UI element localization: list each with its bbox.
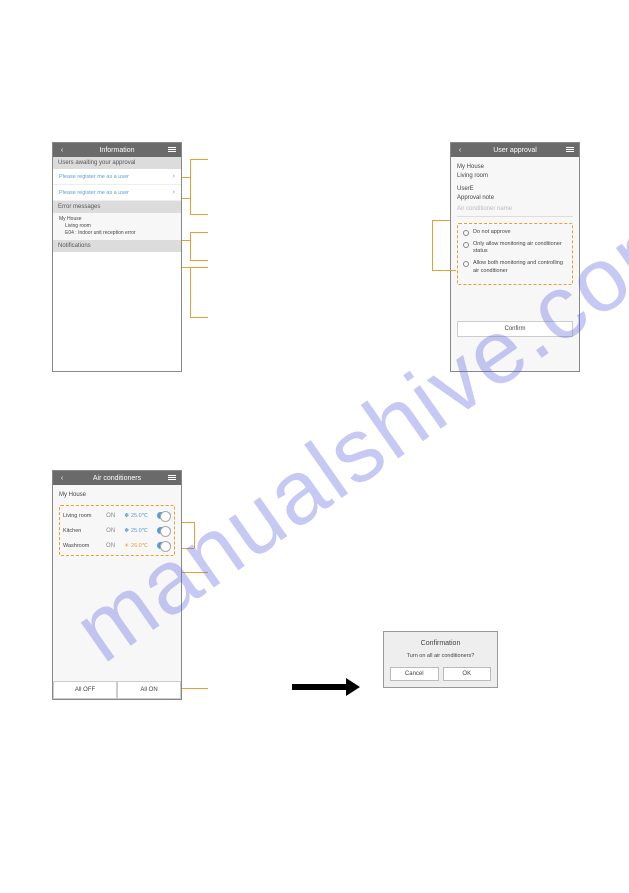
callout-line xyxy=(190,232,208,233)
all-on-button[interactable]: All ON xyxy=(117,681,181,699)
dialog-message: Turn on all air conditioners? xyxy=(390,653,491,659)
callout-line xyxy=(182,177,190,178)
header: ‹ Information xyxy=(53,143,181,157)
room-label: Living room xyxy=(457,172,573,181)
ac-room-name: Living room xyxy=(63,513,97,519)
ac-temp: ✽25.0℃ xyxy=(124,528,148,534)
chevron-right-icon: › xyxy=(173,189,175,196)
arrow-icon xyxy=(292,680,362,694)
section-notifications: Notifications xyxy=(53,240,181,252)
snowflake-icon: ✽ xyxy=(124,528,129,534)
radio-label: Only allow monitoring air conditioner st… xyxy=(473,241,567,256)
header-title: Information xyxy=(67,147,167,154)
ac-footer: All OFF All ON xyxy=(53,681,181,699)
approval-row-text: Please register me as a user xyxy=(59,174,129,180)
callout-line xyxy=(182,572,208,573)
ac-state: ON xyxy=(106,543,115,549)
callout-line xyxy=(182,267,190,268)
approval-row-text: Please register me as a user xyxy=(59,190,129,196)
dialog-title: Confirmation xyxy=(390,640,491,647)
header: ‹ Air conditioners xyxy=(53,471,181,485)
house-label: My House xyxy=(457,163,573,172)
confirm-button[interactable]: Confirm xyxy=(457,321,573,337)
callout-line xyxy=(432,220,450,221)
callout-line xyxy=(182,198,190,199)
radio-icon xyxy=(463,230,469,236)
ac-state: ON xyxy=(106,513,115,519)
all-off-button[interactable]: All OFF xyxy=(53,681,117,699)
approval-options: Do not approve Only allow monitoring air… xyxy=(457,223,573,285)
callout-line xyxy=(182,688,208,689)
callout-line xyxy=(432,270,456,271)
callout-line xyxy=(190,260,208,261)
callout-line xyxy=(190,317,208,318)
callout-line xyxy=(190,232,191,260)
phone-user-approval: ‹ User approval My House Living room Use… xyxy=(450,142,580,372)
ok-button[interactable]: OK xyxy=(443,667,492,681)
error-block: My House Living room E04 : Indoor unit r… xyxy=(53,213,181,240)
user-label: UserE xyxy=(457,185,573,194)
ac-row[interactable]: Living room ON ✽25.0℃ xyxy=(60,508,174,523)
ac-temp: ☀26.0℃ xyxy=(124,543,148,549)
callout-line xyxy=(190,214,208,215)
back-icon[interactable]: ‹ xyxy=(57,475,67,482)
radio-icon xyxy=(463,242,469,248)
ac-row[interactable]: Washroom ON ☀26.0℃ xyxy=(60,538,174,553)
snowflake-icon: ✽ xyxy=(124,513,129,519)
back-icon[interactable]: ‹ xyxy=(57,147,67,154)
callout-line xyxy=(182,522,194,523)
callout-line xyxy=(190,159,191,214)
phone-air-conditioners: ‹ Air conditioners My House Living room … xyxy=(52,470,182,700)
phone-information: ‹ Information Users awaiting your approv… xyxy=(52,142,182,372)
menu-icon[interactable] xyxy=(167,474,177,483)
section-errors: Error messages xyxy=(53,201,181,213)
chevron-right-icon: › xyxy=(173,173,175,180)
radio-option[interactable]: Do not approve xyxy=(463,229,567,237)
section-approval: Users awaiting your approval xyxy=(53,157,181,169)
callout-line xyxy=(182,548,194,549)
back-icon[interactable]: ‹ xyxy=(455,147,465,154)
toggle-switch[interactable] xyxy=(157,512,171,519)
radio-option[interactable]: Allow both monitoring and controlling ai… xyxy=(463,260,567,275)
callout-line xyxy=(432,220,433,270)
callout-line xyxy=(194,522,195,548)
callout-line xyxy=(190,159,208,160)
approval-row[interactable]: Please register me as a user › xyxy=(53,185,181,201)
approval-row[interactable]: Please register me as a user › xyxy=(53,169,181,185)
radio-icon xyxy=(463,261,469,267)
cancel-button[interactable]: Cancel xyxy=(390,667,439,681)
ac-room-name: Washroom xyxy=(63,543,97,549)
header: ‹ User approval xyxy=(451,143,579,157)
radio-label: Allow both monitoring and controlling ai… xyxy=(473,260,567,275)
error-house: My House xyxy=(59,216,175,223)
confirmation-dialog: Confirmation Turn on all air conditioner… xyxy=(383,631,498,688)
error-message: E04 : Indoor unit reception error xyxy=(59,230,175,237)
ac-room-name: Kitchen xyxy=(63,528,97,534)
menu-icon[interactable] xyxy=(565,146,575,155)
ac-temp: ✽25.0℃ xyxy=(124,513,148,519)
ac-list: Living room ON ✽25.0℃ Kitchen ON ✽25.0℃ … xyxy=(59,505,175,556)
toggle-switch[interactable] xyxy=(157,527,171,534)
ac-state: ON xyxy=(106,528,115,534)
header-title: User approval xyxy=(465,147,565,154)
radio-option[interactable]: Only allow monitoring air conditioner st… xyxy=(463,241,567,256)
approval-note-label: Approval note xyxy=(457,194,573,203)
callout-line xyxy=(190,267,191,317)
ac-row[interactable]: Kitchen ON ✽25.0℃ xyxy=(60,523,174,538)
error-room: Living room xyxy=(59,223,175,230)
callout-line xyxy=(182,240,190,241)
header-title: Air conditioners xyxy=(67,475,167,482)
house-label: My House xyxy=(59,489,175,501)
sun-icon: ☀ xyxy=(124,543,129,549)
menu-icon[interactable] xyxy=(167,146,177,155)
callout-line xyxy=(190,267,208,268)
radio-label: Do not approve xyxy=(473,229,511,237)
ac-name-input[interactable]: Air conditioner name xyxy=(457,203,573,217)
toggle-switch[interactable] xyxy=(157,542,171,549)
